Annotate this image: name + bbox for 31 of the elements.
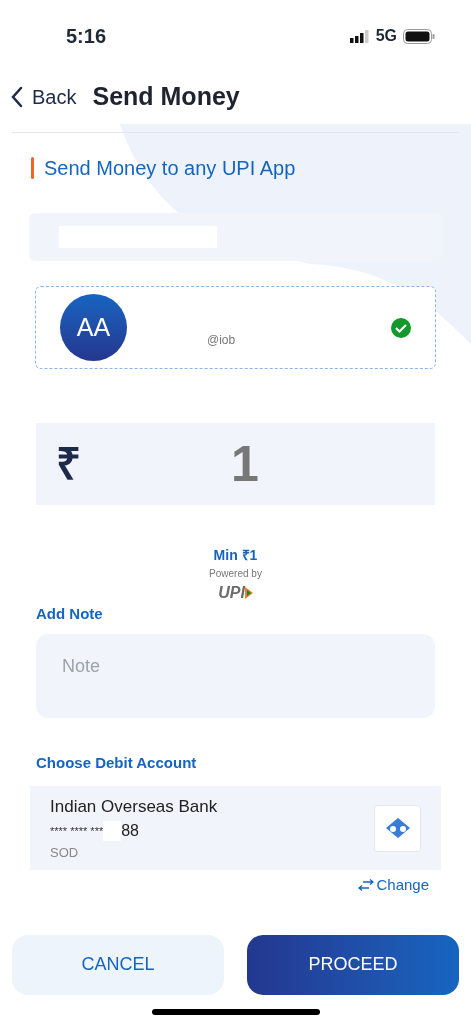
cancel-button[interactable]: CANCEL [12, 934, 224, 995]
upi-logo: UPI [218, 585, 253, 601]
status-time: 5:16 [66, 24, 107, 49]
account-suffix: 88 [121, 821, 139, 841]
account-card[interactable]: Indian Overseas Bank **** **** *** 88 SOD [30, 786, 441, 870]
account-type: SOD [50, 844, 80, 862]
note-label: Add Note [36, 604, 104, 624]
upi-handle: @iob [207, 331, 236, 349]
network-label: 5G [375, 26, 397, 46]
change-link[interactable]: Change [358, 874, 429, 897]
battery-icon [403, 28, 435, 44]
accent-bar [31, 157, 34, 179]
back-button[interactable]: Back [10, 82, 77, 112]
signal-icon [349, 29, 370, 43]
avatar: AA [60, 294, 127, 361]
bank-logo [374, 804, 421, 852]
debit-label: Choose Debit Account [36, 752, 198, 773]
note-field[interactable]: Note [36, 633, 435, 718]
payee-card[interactable]: AA @iob [35, 286, 436, 369]
chevron-left-icon [10, 86, 24, 108]
amount-value: 1 [231, 434, 259, 494]
page-title: Send Money [92, 81, 240, 113]
section-title: Send Money to any UPI App [44, 156, 296, 181]
swap-arrows-icon [358, 879, 375, 892]
proceed-button[interactable]: PROCEED [247, 934, 459, 995]
bank-name: Indian Overseas Bank [50, 795, 218, 818]
currency-symbol: ₹ [56, 438, 81, 490]
min-amount-label: Min ₹1 [213, 546, 258, 565]
powered-by-label: Powered by [209, 567, 262, 581]
masked-account: **** **** *** [50, 823, 104, 839]
amount-field[interactable]: ₹ 1 [36, 423, 435, 505]
